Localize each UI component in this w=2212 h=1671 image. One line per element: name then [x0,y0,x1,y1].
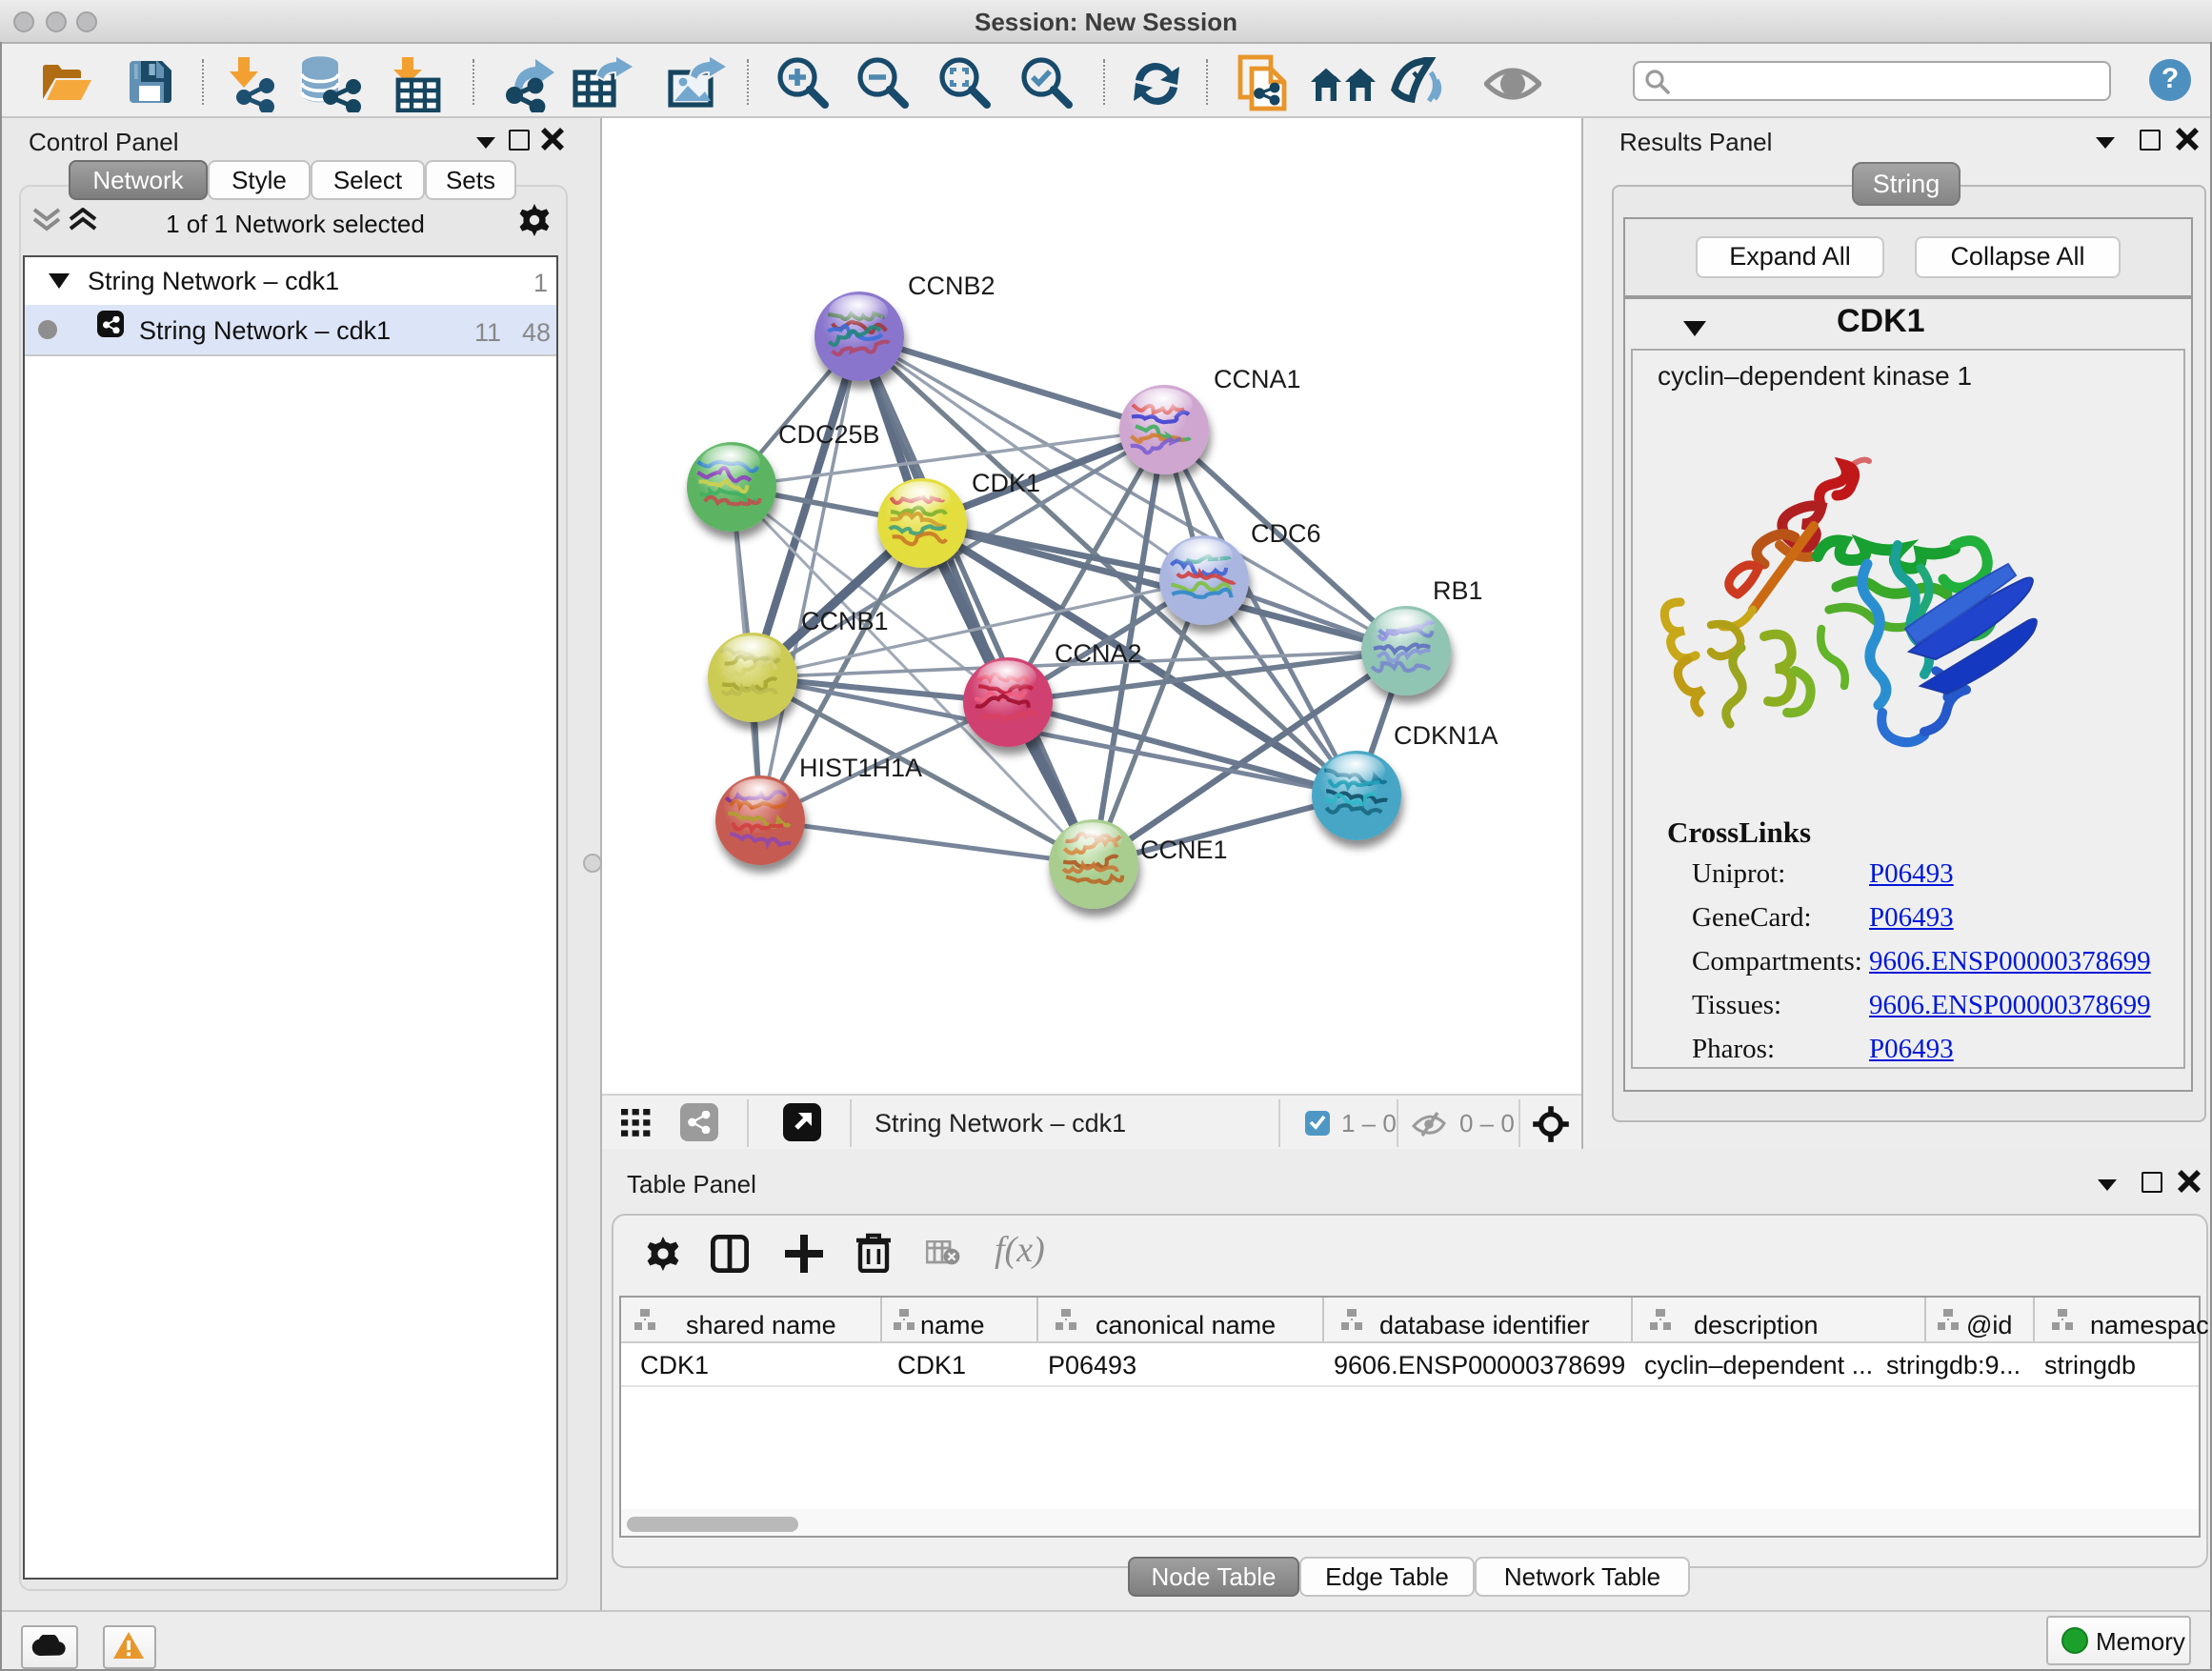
svg-text:CDK1: CDK1 [972,469,1040,497]
svg-text:CCNB2: CCNB2 [908,272,995,300]
svg-text:CCNE1: CCNE1 [1140,836,1228,864]
svg-text:CDC6: CDC6 [1251,519,1321,548]
svg-text:CDKN1A: CDKN1A [1394,721,1498,750]
svg-text:HIST1H1A: HIST1H1A [799,754,922,782]
svg-text:CCNA1: CCNA1 [1214,365,1301,393]
svg-text:CCNA2: CCNA2 [1055,639,1142,668]
svg-text:CDC25B: CDC25B [778,420,880,449]
svg-text:CCNB1: CCNB1 [801,607,889,635]
svg-text:RB1: RB1 [1433,576,1483,605]
